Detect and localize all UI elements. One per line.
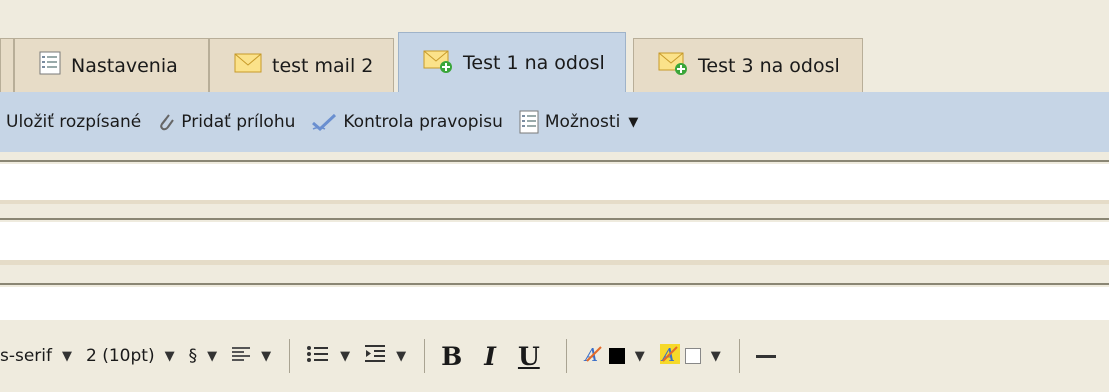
tab-test-3-na-odosl[interactable]: Test 3 na odosl <box>633 38 863 92</box>
divider <box>0 204 1109 220</box>
underline-button[interactable]: U <box>518 342 540 371</box>
text-color-swatch <box>608 348 625 364</box>
separator <box>738 339 740 373</box>
text-color-icon: A <box>583 343 605 370</box>
separator <box>289 339 291 373</box>
envelope-new-icon <box>423 49 453 78</box>
tab-label: Test 3 na odosl <box>698 54 840 77</box>
font-family-value: s-serif <box>0 346 53 366</box>
bold-button[interactable]: B <box>441 342 462 371</box>
align-left-icon <box>231 346 251 367</box>
highlight-color-icon: A <box>659 343 681 370</box>
envelope-icon <box>234 52 262 79</box>
paperclip-icon <box>157 111 175 133</box>
tab-label: test mail 2 <box>272 54 374 77</box>
tab-nastavenia[interactable]: Nastavenia <box>14 38 209 92</box>
indent-select[interactable]: ▼ <box>364 344 406 369</box>
separator <box>424 339 426 373</box>
highlight-color-swatch <box>684 348 701 364</box>
horizontal-rule-button[interactable] <box>755 354 776 358</box>
paragraph-symbol: § <box>188 346 198 366</box>
tab-strip: Nastavenia test mail 2 Test 1 na odosl T… <box>0 0 1109 93</box>
paragraph-select[interactable]: § ▼ <box>189 346 218 366</box>
tab-partial[interactable] <box>0 38 14 92</box>
message-body-top[interactable] <box>0 287 1109 320</box>
chevron-down-icon: ▼ <box>207 348 218 364</box>
tab-test-1-na-odosl[interactable]: Test 1 na odosl <box>398 32 626 93</box>
tab-label: Test 1 na odosl <box>463 52 605 74</box>
divider <box>0 152 1109 162</box>
list-select[interactable]: ▼ <box>306 344 350 369</box>
chevron-down-icon: ▼ <box>396 348 407 364</box>
italic-button[interactable]: I <box>484 342 496 371</box>
chevron-down-icon: ▼ <box>634 348 645 364</box>
format-toolbar: s-serif ▼ 2 (10pt) ▼ § ▼ ▼ ▼ ▼ B I U A ▼… <box>0 320 1109 392</box>
envelope-new-icon <box>658 51 688 80</box>
spellcheck-button[interactable]: Kontrola pravopisu <box>311 112 503 132</box>
separator <box>565 339 567 373</box>
tab-label: Nastavenia <box>71 54 178 77</box>
text-color-select[interactable]: A ▼ <box>583 343 645 370</box>
recipient-field[interactable] <box>0 164 1109 200</box>
chevron-down-icon: ▼ <box>340 348 351 364</box>
options-menu-button[interactable]: Možnosti ▼ <box>519 110 638 134</box>
settings-list-icon <box>39 51 61 80</box>
tab-test-mail-2[interactable]: test mail 2 <box>209 38 394 92</box>
options-label: Možnosti <box>544 112 621 132</box>
svg-text:A: A <box>660 345 675 365</box>
font-size-value: 2 (10pt) <box>86 346 155 366</box>
bulleted-list-icon <box>306 344 330 369</box>
chevron-down-icon: ▼ <box>164 348 175 364</box>
attach-button[interactable]: Pridať prílohu <box>157 111 295 133</box>
svg-text:A: A <box>583 345 598 365</box>
attach-label: Pridať prílohu <box>181 112 296 132</box>
chevron-down-icon: ▼ <box>261 348 272 364</box>
compose-toolbar: Uložiť rozpísané Pridať prílohu Kontrola… <box>0 92 1109 152</box>
list-icon <box>519 110 539 134</box>
highlight-color-select[interactable]: A ▼ <box>659 343 721 370</box>
divider <box>0 265 1109 285</box>
spellcheck-label: Kontrola pravopisu <box>343 112 503 132</box>
font-size-select[interactable]: 2 (10pt) ▼ <box>86 346 175 366</box>
checkmark-icon <box>311 112 337 132</box>
chevron-down-icon: ▼ <box>62 348 73 364</box>
save-draft-button[interactable]: Uložiť rozpísané <box>6 112 141 132</box>
chevron-down-icon: ▼ <box>628 114 639 130</box>
chevron-down-icon: ▼ <box>710 348 721 364</box>
horizontal-rule-icon <box>755 354 776 358</box>
save-draft-label: Uložiť rozpísané <box>6 112 142 132</box>
font-family-select[interactable]: s-serif ▼ <box>0 346 72 366</box>
align-select[interactable]: ▼ <box>231 346 271 367</box>
subject-field[interactable] <box>0 222 1109 260</box>
indent-icon <box>364 344 386 369</box>
